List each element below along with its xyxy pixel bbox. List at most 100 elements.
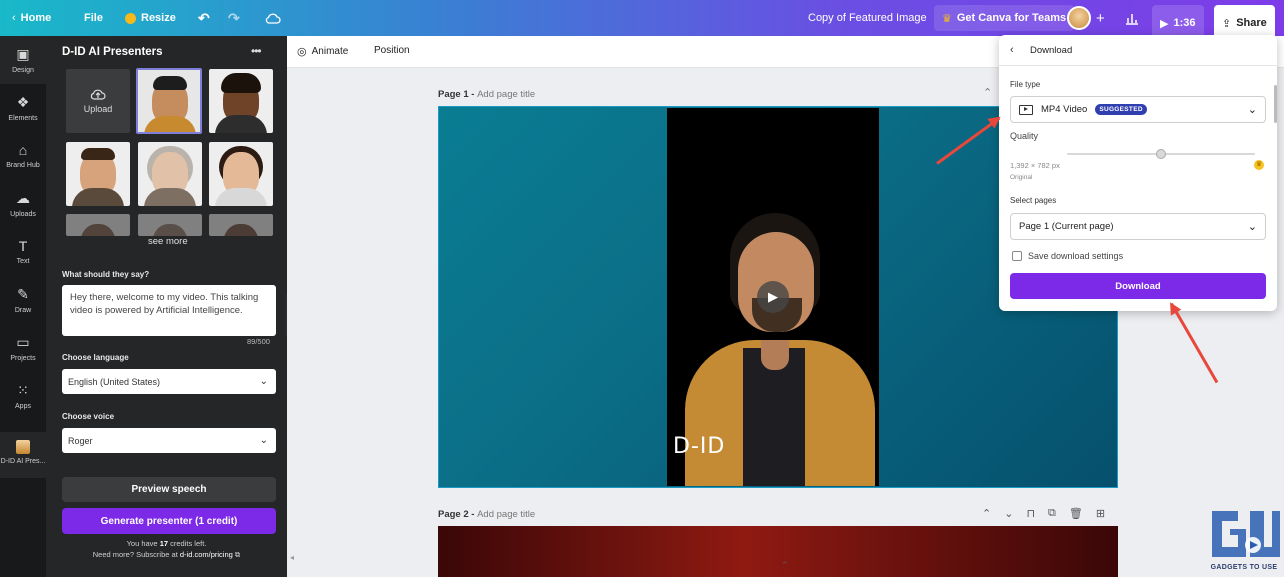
file-menu[interactable]: File (84, 0, 103, 36)
chevron-down-icon: ⌄ (1247, 104, 1257, 116)
back-icon[interactable]: ‹ (1010, 44, 1014, 56)
save-settings-checkbox[interactable] (1012, 251, 1022, 261)
presenter-thumb[interactable] (209, 214, 273, 236)
rail-item-design[interactable]: ▣ Design (0, 36, 46, 84)
chevron-down-icon: ⌄ (1247, 221, 1257, 233)
apps-icon: ⁙ (17, 382, 29, 398)
quality-label: Quality (1010, 131, 1039, 141)
d-id-app-icon (16, 440, 30, 454)
move-down-icon[interactable]: ⌄ (1004, 507, 1013, 520)
avatar[interactable] (1067, 0, 1091, 36)
add-collaborator-button[interactable]: + (1096, 0, 1105, 36)
rail-item-projects[interactable]: ▭ Projects (0, 334, 46, 362)
design-icon: ▣ (16, 46, 30, 62)
more-options-icon[interactable]: ••• (251, 44, 262, 58)
scroll-left-icon[interactable]: ◂ (290, 553, 294, 562)
download-title: Download (1030, 45, 1073, 56)
voice-select[interactable]: Roger ⌄ (62, 428, 276, 453)
premium-crown-icon: ♛ (1254, 160, 1264, 170)
rail-item-d-id[interactable]: D-ID AI Pres... (0, 432, 46, 478)
text-icon: T (18, 238, 28, 254)
rail-item-draw[interactable]: ✎ Draw (0, 286, 46, 314)
top-bar: ‹ Home File Resize ↶ ↷ Copy of Featured … (0, 0, 1284, 41)
presenter-thumb[interactable] (209, 142, 273, 206)
play-icon[interactable]: ▶ (757, 281, 789, 313)
animate-icon: ◎ (297, 46, 307, 58)
chevron-down-icon: ⌄ (259, 376, 268, 387)
gadgets-to-use-watermark: GADGETS TO USE (1208, 509, 1280, 574)
position-button[interactable]: Position (374, 45, 410, 56)
watermark-text: GADGETS TO USE (1210, 564, 1278, 571)
left-rail: ▣ Design ❖ Elements ⌂ Brand Hub ☁ Upload… (0, 36, 46, 577)
d-id-panel: D-ID AI Presenters ••• Upload see more W… (46, 36, 287, 577)
rail-item-uploads[interactable]: ☁ Uploads (0, 190, 46, 218)
rail-item-elements[interactable]: ❖ Elements (0, 94, 46, 122)
page-1-title[interactable]: Page 1 - Add page title (438, 89, 535, 100)
download-button[interactable]: Download (1010, 273, 1266, 299)
suggested-badge: SUGGESTED (1095, 104, 1147, 115)
play-icon: ▶ (1160, 17, 1169, 30)
presenter-thumb[interactable] (138, 214, 202, 236)
presenter-thumb[interactable] (209, 69, 273, 133)
redo-icon[interactable]: ↷ (228, 0, 240, 36)
add-page-icon[interactable]: ⊞ (1096, 507, 1105, 520)
brand-hub-icon: ⌂ (18, 142, 28, 158)
select-pages-dropdown[interactable]: Page 1 (Current page) ⌄ (1010, 213, 1266, 240)
draw-icon: ✎ (17, 286, 29, 302)
watermark-logo (1212, 511, 1280, 557)
presenter-thumb[interactable] (66, 214, 130, 236)
crown-icon (125, 12, 136, 24)
d-id-video-logo: D-ID (673, 434, 726, 459)
upload-cloud-icon (90, 89, 106, 100)
page-2-canvas[interactable] (438, 526, 1118, 577)
rail-item-brand-hub[interactable]: ⌂ Brand Hub (0, 142, 46, 169)
panel-title: D-ID AI Presenters (62, 46, 163, 58)
see-more-link[interactable]: see more (148, 236, 188, 247)
insights-icon[interactable] (1125, 0, 1139, 36)
language-select[interactable]: English (United States) ⌄ (62, 369, 276, 394)
save-settings-label: Save download settings (1028, 251, 1124, 261)
share-icon: ⇪ (1222, 17, 1232, 30)
file-type-select[interactable]: MP4 Video SUGGESTED ⌄ (1010, 96, 1266, 123)
page-2-title[interactable]: Page 2 - Add page title (438, 509, 535, 520)
popover-scrollbar[interactable] (1274, 85, 1277, 123)
file-type-label: File type (1010, 80, 1041, 89)
lock-icon[interactable]: ⊓ (1026, 507, 1035, 520)
folder-icon: ▭ (16, 334, 30, 350)
rail-item-text[interactable]: T Text (0, 238, 46, 265)
rail-item-apps[interactable]: ⁙ Apps (0, 382, 46, 410)
document-title[interactable]: Copy of Featured Image (808, 0, 927, 36)
page-up-icon[interactable]: ⌃ (983, 86, 992, 99)
presenter-thumb[interactable] (138, 142, 202, 206)
animate-button[interactable]: ◎ Animate (297, 45, 348, 58)
say-label: What should they say? (62, 270, 150, 279)
voice-label: Choose voice (62, 412, 115, 421)
presenter-thumb[interactable] (66, 142, 130, 206)
get-canva-teams-button[interactable]: ♛ Get Canva for Teams (934, 5, 1075, 31)
crown-icon: ♛ (942, 12, 952, 25)
preview-speech-button[interactable]: Preview speech (62, 477, 276, 502)
quality-slider-thumb[interactable] (1156, 149, 1166, 159)
home-button[interactable]: ‹ Home (12, 0, 51, 36)
move-up-icon[interactable]: ⌃ (982, 507, 991, 520)
presenter-video[interactable]: ▶ D-ID (667, 108, 879, 486)
elements-icon: ❖ (16, 94, 30, 110)
pricing-link[interactable]: d-id.com/pricing (180, 550, 233, 559)
download-popover: ‹ Download File type MP4 Video SUGGESTED… (999, 35, 1277, 311)
undo-icon[interactable]: ↶ (198, 0, 210, 36)
presenter-thumb-selected[interactable] (136, 68, 202, 134)
generate-presenter-button[interactable]: Generate presenter (1 credit) (62, 508, 276, 534)
script-textarea[interactable]: Hey there, welcome to my video. This tal… (62, 285, 276, 336)
cloud-saved-icon[interactable] (265, 0, 281, 36)
original-text: Original (1010, 174, 1033, 181)
char-count: 89/500 (247, 337, 270, 346)
chevron-down-icon: ⌄ (259, 435, 268, 446)
page-2-controls: ⌃ ⌄ ⊓ ⧉ 🗑 ⊞ (982, 507, 1105, 520)
dimensions-text: 1,392 × 782 px (1010, 161, 1060, 170)
show-pages-icon[interactable]: ⌃ (781, 560, 789, 571)
delete-icon[interactable]: 🗑 (1069, 507, 1083, 520)
resize-button[interactable]: Resize (125, 0, 176, 36)
copy-icon[interactable]: ⧉ (235, 550, 240, 559)
upload-tile[interactable]: Upload (66, 69, 130, 133)
duplicate-icon[interactable]: ⧉ (1048, 507, 1056, 520)
